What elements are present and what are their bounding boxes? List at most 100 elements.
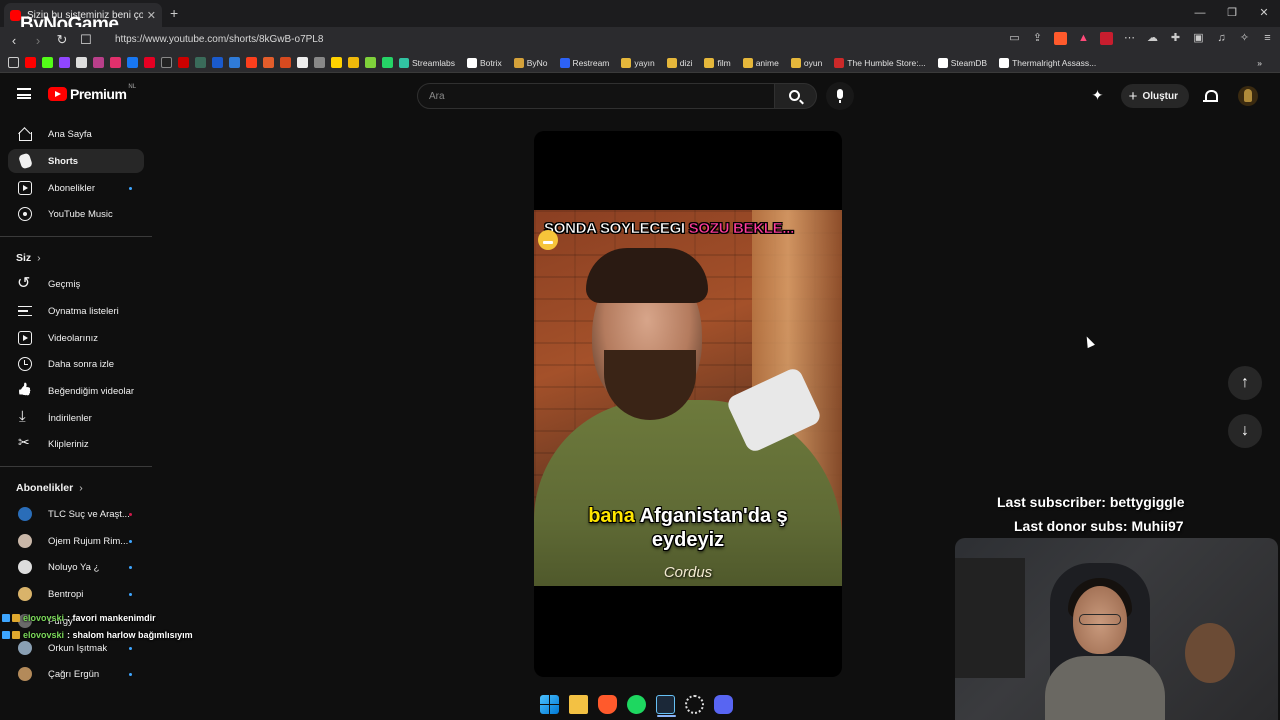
sidebar-subscription-channel[interactable]: Çağrı Ergün <box>8 662 144 686</box>
bookmark-folder[interactable]: yayın <box>621 57 655 68</box>
url-field[interactable]: https://www.youtube.com/shorts/8kGwB-o7P… <box>115 34 323 45</box>
kick-bookmark-icon[interactable] <box>42 57 53 68</box>
bookmark-link[interactable]: Botrix <box>467 57 502 68</box>
explore-icon[interactable] <box>1092 87 1107 104</box>
bookmark-icon-12[interactable] <box>212 57 223 68</box>
share-icon[interactable]: ⇪ <box>1031 32 1044 45</box>
discord-icon[interactable] <box>714 694 733 714</box>
bookmark-folder[interactable]: oyun <box>790 57 822 68</box>
youtube-premium-logo[interactable]: Premium NL <box>48 84 136 102</box>
new-tab-button[interactable]: + <box>170 5 178 21</box>
spotify-icon[interactable] <box>627 694 646 714</box>
search-box <box>417 83 775 109</box>
bookmark-icon-21[interactable] <box>365 57 376 68</box>
bookmark-link[interactable]: Restream <box>559 57 609 68</box>
bookmark-icon-10[interactable] <box>178 57 189 68</box>
sidebar-subscription-channel[interactable]: Bentropi <box>8 582 144 606</box>
whatsapp-bookmark-icon[interactable] <box>382 57 393 68</box>
tiktok-bookmark-icon[interactable] <box>161 57 172 68</box>
bookmark-icon-18[interactable] <box>314 57 325 68</box>
brave-rewards-icon[interactable]: ▲ <box>1077 32 1090 45</box>
instagram-bookmark-icon[interactable] <box>110 57 121 68</box>
file-explorer-icon[interactable] <box>569 694 588 714</box>
hamburger-menu-icon[interactable] <box>17 88 31 99</box>
bookmark-folder[interactable]: film <box>704 57 731 68</box>
sidebar-item-subscriptions[interactable]: Abonelikler <box>8 176 144 200</box>
brave-browser-icon[interactable] <box>598 694 617 714</box>
sidebar-toggle-icon[interactable]: ▣ <box>1192 32 1205 45</box>
chat-text: shalom harlow bağımlısıyım <box>72 629 193 640</box>
voice-search-button[interactable] <box>826 82 854 110</box>
bookmark-folder[interactable]: dizi <box>666 57 692 68</box>
maximize-button[interactable]: ❐ <box>1216 0 1248 27</box>
yandex-bookmark-icon[interactable] <box>246 57 257 68</box>
back-icon[interactable]: ‹ <box>4 33 24 48</box>
menu-icon[interactable]: ≡ <box>1261 32 1274 45</box>
bookmark-link[interactable]: The Humble Store:... <box>834 57 926 68</box>
next-short-button[interactable]: ↓ <box>1228 414 1262 448</box>
x-bookmark-icon[interactable] <box>76 57 87 68</box>
shorts-player[interactable]: SONDA SOYLECEGI SOZU BEKLE... bana Afgan… <box>534 131 842 677</box>
sidebar-subscription-channel[interactable]: TLC Suç ve Araşt... <box>8 502 144 526</box>
search-button[interactable] <box>775 83 817 109</box>
bookmark-icon-11[interactable] <box>195 57 206 68</box>
extension-icon-2[interactable]: ⋯ <box>1123 32 1136 45</box>
bookmark-link[interactable]: SteamDB <box>937 57 987 68</box>
sidebar-section-subscriptions[interactable]: Abonelikler › <box>16 482 83 494</box>
sidebar-item-youtube-music[interactable]: YouTube Music <box>8 202 144 226</box>
forward-icon[interactable]: › <box>28 33 48 48</box>
obs-icon[interactable] <box>685 694 704 714</box>
sidebar-subscription-channel[interactable]: Noluyo Ya ¿ <box>8 555 144 579</box>
bookmark-link[interactable]: Thermalright Assass... <box>999 57 1096 68</box>
sidebar-item-watch-later[interactable]: Daha sonra izle <box>8 352 144 376</box>
bookmark-link[interactable]: Streamlabs <box>399 57 455 68</box>
tab-close-icon[interactable]: ✕ <box>147 9 156 22</box>
create-button[interactable]: + Oluştur <box>1120 84 1189 108</box>
windows-start-icon[interactable] <box>540 694 559 714</box>
bookmark-icon-16[interactable] <box>280 57 291 68</box>
bookmark-folder[interactable]: anime <box>742 57 779 68</box>
bookmark-icon-15[interactable] <box>263 57 274 68</box>
sidebar-item-history[interactable]: Geçmiş <box>8 272 144 296</box>
search-input[interactable] <box>418 84 774 108</box>
bookmark-icon[interactable]: ☐ <box>76 32 96 48</box>
twitch-bookmark-icon[interactable] <box>59 57 70 68</box>
new-content-dot <box>129 566 132 569</box>
channel-avatar <box>18 560 32 574</box>
bookmark-icon-5[interactable] <box>93 57 104 68</box>
sidebar-item-your-videos[interactable]: Videolarınız <box>8 326 144 350</box>
facebook-bookmark-icon[interactable] <box>127 57 138 68</box>
sidebar-item-clips[interactable]: Klipleriniz <box>8 432 144 456</box>
reload-icon[interactable]: ↻ <box>52 32 72 48</box>
bookmark-icon-13[interactable] <box>229 57 240 68</box>
extensions-puzzle-icon[interactable]: ✚ <box>1169 32 1182 45</box>
steam-icon[interactable] <box>656 694 676 717</box>
cast-icon[interactable]: ▭ <box>1008 32 1021 45</box>
sidebar-section-you[interactable]: Siz › <box>16 252 41 264</box>
sidebar-item-shorts[interactable]: Shorts <box>8 149 144 173</box>
sidebar-subscription-channel[interactable]: Ojem Rujum Rim... <box>8 529 144 553</box>
bookmark-link[interactable]: ByNo <box>513 57 548 68</box>
extension-icon-1[interactable] <box>1100 32 1113 45</box>
media-icon[interactable]: ♫ <box>1215 32 1228 45</box>
sidebar-item-downloads[interactable]: İndirilenler <box>8 406 144 430</box>
leo-icon[interactable]: ✧ <box>1238 32 1251 45</box>
binance-bookmark-icon[interactable] <box>348 57 359 68</box>
brave-shield-icon[interactable] <box>1054 32 1067 45</box>
sidebar-item-playlists[interactable]: Oynatma listeleri <box>8 299 144 323</box>
sidebar-item-liked-videos[interactable]: Beğendiğim videolar <box>8 379 144 403</box>
account-avatar[interactable] <box>1238 86 1258 106</box>
youtube-bookmark-icon[interactable] <box>25 57 36 68</box>
previous-short-button[interactable]: ↑ <box>1228 366 1262 400</box>
bookmark-icon-19[interactable] <box>331 57 342 68</box>
bookmarks-overflow-button[interactable]: » <box>1257 58 1262 68</box>
extension-icon-3[interactable]: ☁ <box>1146 32 1159 45</box>
amazon-bookmark-icon[interactable] <box>297 57 308 68</box>
close-window-button[interactable]: ✕ <box>1248 0 1280 27</box>
notifications-bell-icon[interactable] <box>1203 89 1218 104</box>
apps-grid-icon[interactable] <box>8 57 19 68</box>
pinterest-bookmark-icon[interactable] <box>144 57 155 68</box>
minimize-button[interactable]: — <box>1184 0 1216 27</box>
sidebar-item-home[interactable]: Ana Sayfa <box>8 122 144 146</box>
clock-icon <box>18 357 32 371</box>
